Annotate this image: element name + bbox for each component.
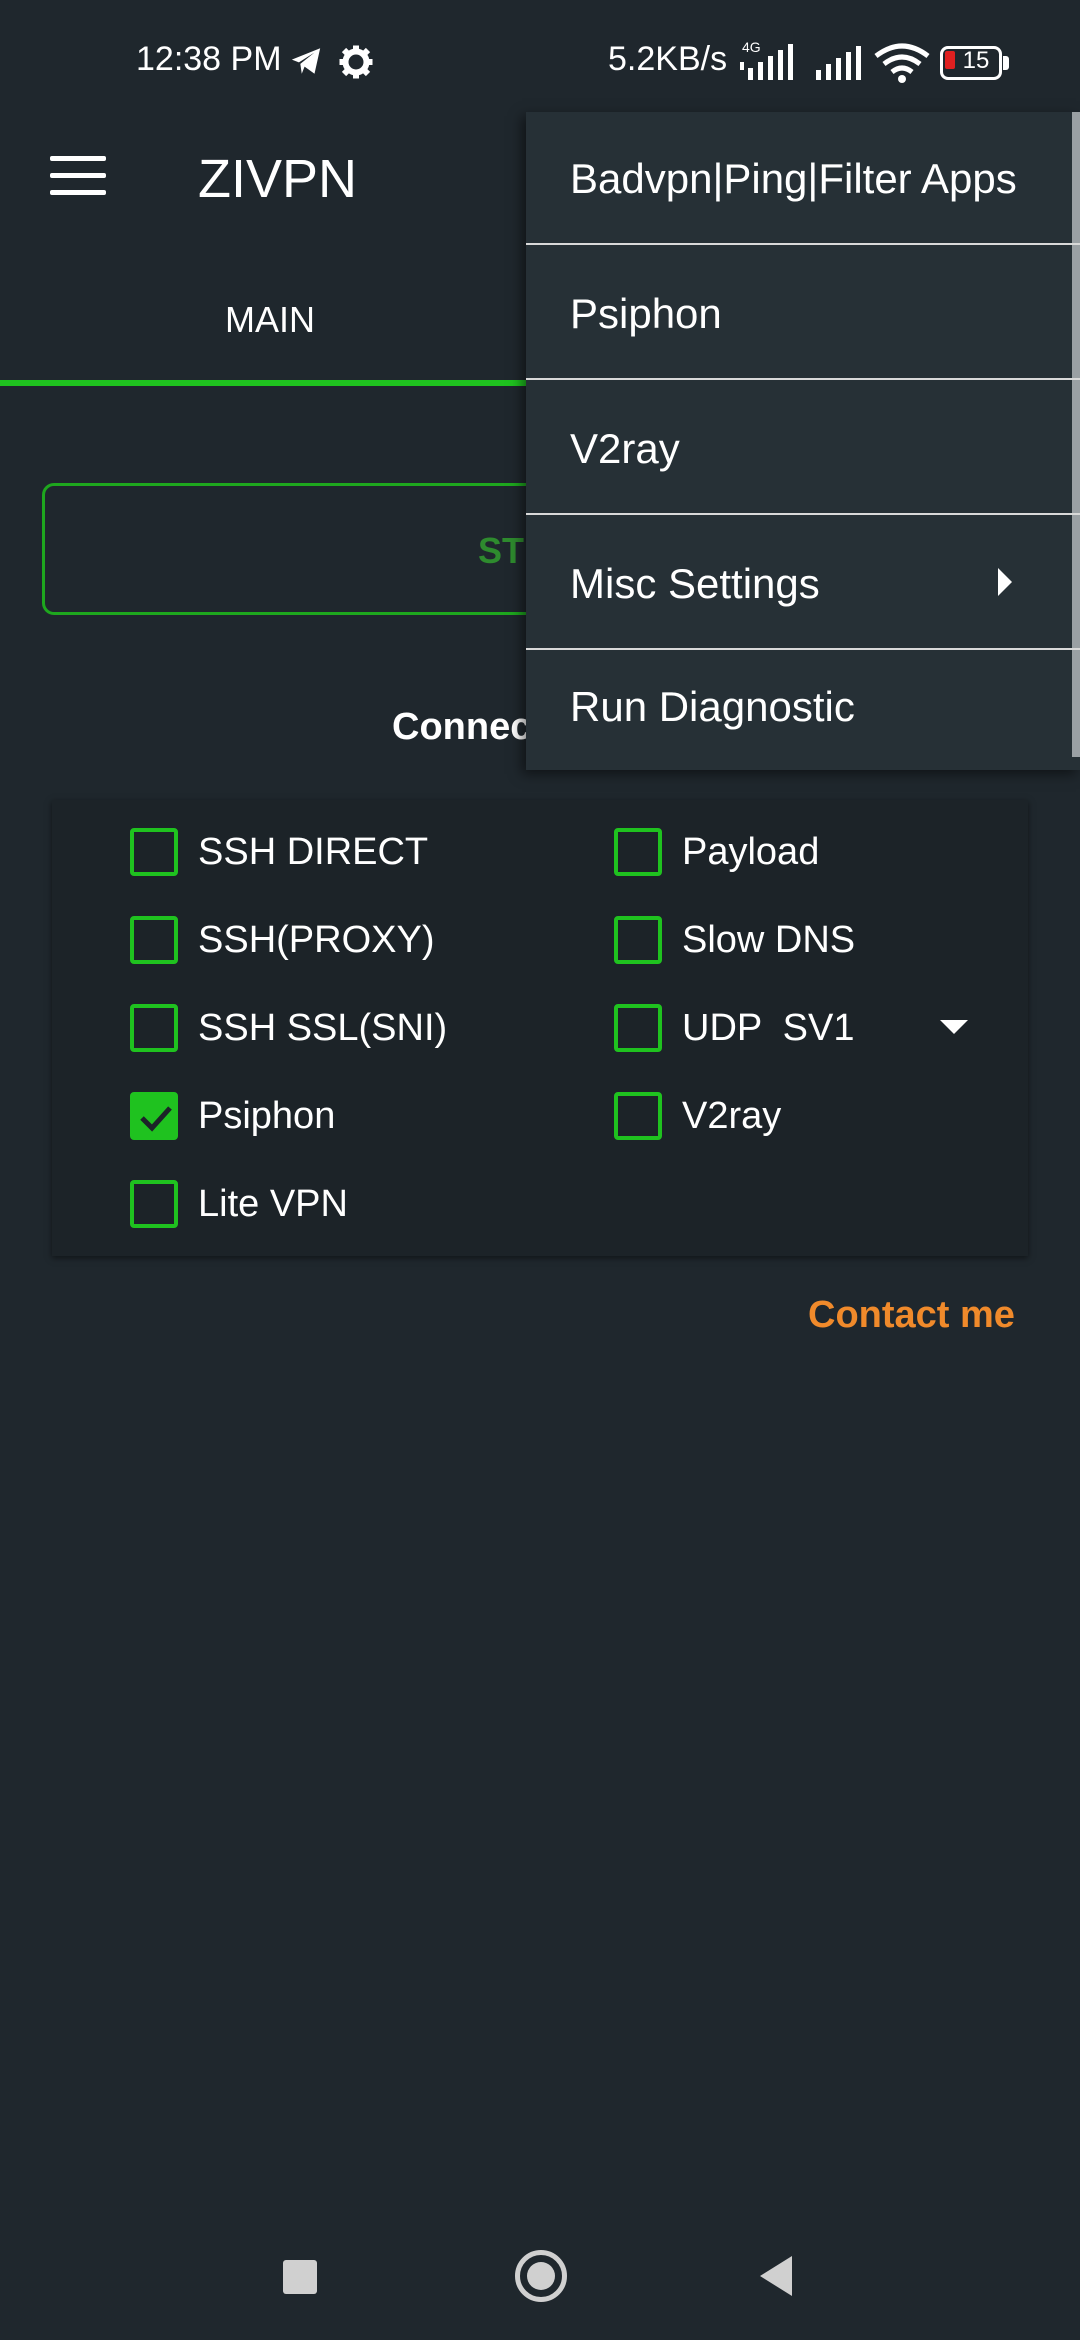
battery-level: 15: [962, 47, 990, 74]
checkbox[interactable]: [130, 916, 178, 964]
menu-item-badvpn[interactable]: Badvpn|Ping|Filter Apps: [526, 112, 1080, 245]
option-label: V2ray: [682, 1094, 782, 1137]
option-label: UDP SV1: [682, 1006, 855, 1049]
telegram-icon: [291, 48, 321, 74]
checkbox[interactable]: [614, 828, 662, 876]
menu-item-label: V2ray: [570, 424, 680, 472]
checkbox[interactable]: [130, 1004, 178, 1052]
recents-button[interactable]: [283, 2260, 317, 2294]
menu-item-label: Badvpn|Ping|Filter Apps: [570, 154, 1017, 202]
checkbox[interactable]: [614, 1004, 662, 1052]
app-title: ZIVPN: [198, 149, 358, 209]
option-label: SSH(PROXY): [198, 918, 435, 961]
status-time: 12:38 PM: [136, 40, 282, 78]
option-ssh-ssl-sni[interactable]: SSH SSL(SNI): [130, 1000, 447, 1056]
option-label: SSH DIRECT: [198, 830, 429, 873]
submenu-arrow-icon: [998, 568, 1012, 596]
option-psiphon[interactable]: Psiphon: [130, 1088, 335, 1144]
option-udp-sv1[interactable]: UDP SV1: [614, 1000, 854, 1056]
divider: [526, 378, 1080, 380]
checkbox-checked[interactable]: [130, 1092, 178, 1140]
menu-item-label: Psiphon: [570, 289, 722, 337]
status-bar: 12:38 PM 5.2KB/s 4G 15: [0, 0, 1080, 110]
option-payload[interactable]: Payload: [614, 824, 819, 880]
option-label: Lite VPN: [198, 1182, 348, 1225]
connection-mode-label: Connec: [392, 706, 532, 748]
checkbox[interactable]: [130, 828, 178, 876]
checkmark-icon: [140, 1106, 172, 1132]
option-ssh-direct[interactable]: SSH DIRECT: [130, 824, 428, 880]
checkbox[interactable]: [130, 1180, 178, 1228]
start-button-label: ST: [478, 530, 525, 571]
divider: [526, 513, 1080, 515]
divider: [526, 648, 1080, 650]
menu-item-psiphon[interactable]: Psiphon: [526, 247, 1080, 380]
wifi-icon: [874, 43, 930, 83]
back-button[interactable]: [760, 2256, 792, 2296]
option-label: SSH SSL(SNI): [198, 1006, 448, 1049]
gear-icon: [339, 45, 373, 79]
menu-item-misc-settings[interactable]: Misc Settings: [526, 517, 1080, 650]
menu-item-label: Misc Settings: [570, 559, 820, 607]
checkbox[interactable]: [614, 1092, 662, 1140]
network-speed: 5.2KB/s: [608, 40, 728, 78]
tab-indicator: [0, 380, 540, 386]
option-label: Payload: [682, 830, 820, 873]
battery-icon: 15: [940, 46, 1010, 80]
overflow-popup-menu: Badvpn|Ping|Filter Apps Psiphon V2ray Mi…: [526, 112, 1080, 770]
menu-item-label: Run Diagnostic: [570, 683, 855, 730]
option-lite-vpn[interactable]: Lite VPN: [130, 1176, 348, 1232]
hamburger-menu-icon[interactable]: [50, 156, 106, 196]
signal-icon: [816, 46, 861, 80]
option-label: Psiphon: [198, 1094, 336, 1137]
tab-main[interactable]: MAIN: [0, 280, 540, 380]
option-slow-dns[interactable]: Slow DNS: [614, 912, 855, 968]
divider: [526, 243, 1080, 245]
menu-item-run-diagnostic[interactable]: Run Diagnostic: [526, 652, 1080, 762]
network-type: 4G: [742, 39, 761, 55]
option-v2ray[interactable]: V2ray: [614, 1088, 781, 1144]
home-button[interactable]: [515, 2250, 567, 2302]
menu-item-v2ray[interactable]: V2ray: [526, 382, 1080, 515]
dropdown-arrow-icon[interactable]: [940, 1020, 968, 1034]
contact-link[interactable]: Contact me: [808, 1294, 1015, 1337]
checkbox[interactable]: [614, 916, 662, 964]
signal-icon: 4G: [740, 39, 793, 80]
option-ssh-proxy[interactable]: SSH(PROXY): [130, 912, 434, 968]
option-label: Slow DNS: [682, 918, 856, 961]
